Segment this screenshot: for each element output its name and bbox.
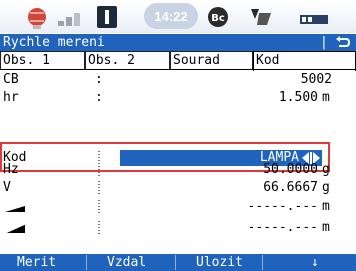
title-separator: |: [320, 35, 328, 50]
tab-obs-1[interactable]: Obs. 1: [0, 51, 85, 70]
page-title: Rychle mereni: [3, 35, 105, 50]
softkey-bar: Merit Vzdal Ulozit ↓: [0, 254, 356, 271]
value-slope-distance[interactable]: -----.---: [248, 219, 318, 237]
merit-button[interactable]: Merit: [17, 254, 56, 271]
ulozit-button[interactable]: Ulozit: [196, 254, 243, 271]
tab-obs-2[interactable]: Obs. 2: [85, 51, 170, 70]
bluetooth-icon: Bc: [208, 7, 228, 27]
unit-slope-distance: m: [322, 220, 330, 235]
status-bar: 14:22 Bc: [0, 0, 356, 33]
tab-kod[interactable]: Kod: [253, 51, 356, 71]
row-cb[interactable]: CB : 5002: [0, 71, 356, 89]
value-hz[interactable]: 50.0000: [263, 161, 318, 179]
label-hz: Hz: [3, 162, 19, 177]
tracking-icon: [251, 9, 271, 25]
unit-hr: m: [322, 90, 330, 105]
memory-icon: [300, 15, 328, 24]
title-bar: Rychle mereni |: [0, 34, 356, 51]
value-cb[interactable]: 5002: [301, 71, 332, 89]
label-cb: CB: [3, 72, 19, 87]
row-slope-distance[interactable]: -----.--- m: [0, 219, 356, 237]
softkey-divider: [262, 255, 263, 270]
value-horizontal-distance[interactable]: -----.---: [248, 198, 318, 216]
tab-divider: [0, 69, 356, 70]
row-horizontal-distance[interactable]: -----.--- m: [0, 198, 356, 216]
battery-icon: [97, 6, 117, 28]
dotted-separator: [98, 163, 100, 177]
softkey-divider: [86, 255, 87, 270]
colon: :: [95, 72, 103, 87]
row-hz[interactable]: Hz 50.0000 g: [0, 161, 356, 179]
unit-v: g: [322, 180, 330, 195]
unit-hz: g: [322, 162, 330, 177]
softkey-divider: [175, 255, 176, 270]
tab-sourad[interactable]: Sourad: [170, 51, 253, 70]
dotted-separator: [98, 181, 100, 195]
signal-icon: [58, 13, 80, 26]
clock: 14:22: [144, 3, 198, 29]
label-v: V: [3, 180, 11, 195]
label-hr: hr: [3, 90, 19, 105]
back-icon[interactable]: [333, 35, 351, 50]
svg-text:Bc: Bc: [211, 13, 225, 24]
down-arrow-button[interactable]: ↓: [311, 254, 319, 271]
slope-distance-icon: [4, 223, 26, 234]
dotted-separator: [98, 200, 100, 214]
row-v[interactable]: V 66.6667 g: [0, 179, 356, 197]
value-hr[interactable]: 1.500: [279, 89, 318, 107]
colon: :: [95, 90, 103, 105]
value-v[interactable]: 66.6667: [263, 179, 318, 197]
satellite-icon: [28, 8, 46, 29]
tab-bar: Obs. 1 Obs. 2 Sourad Kod: [0, 51, 356, 71]
horizontal-distance-icon: [5, 206, 25, 212]
vzdal-button[interactable]: Vzdal: [107, 254, 146, 271]
row-hr[interactable]: hr : 1.500 m: [0, 89, 356, 107]
dotted-separator: [98, 221, 100, 235]
unit-horizontal-distance: m: [322, 199, 330, 214]
